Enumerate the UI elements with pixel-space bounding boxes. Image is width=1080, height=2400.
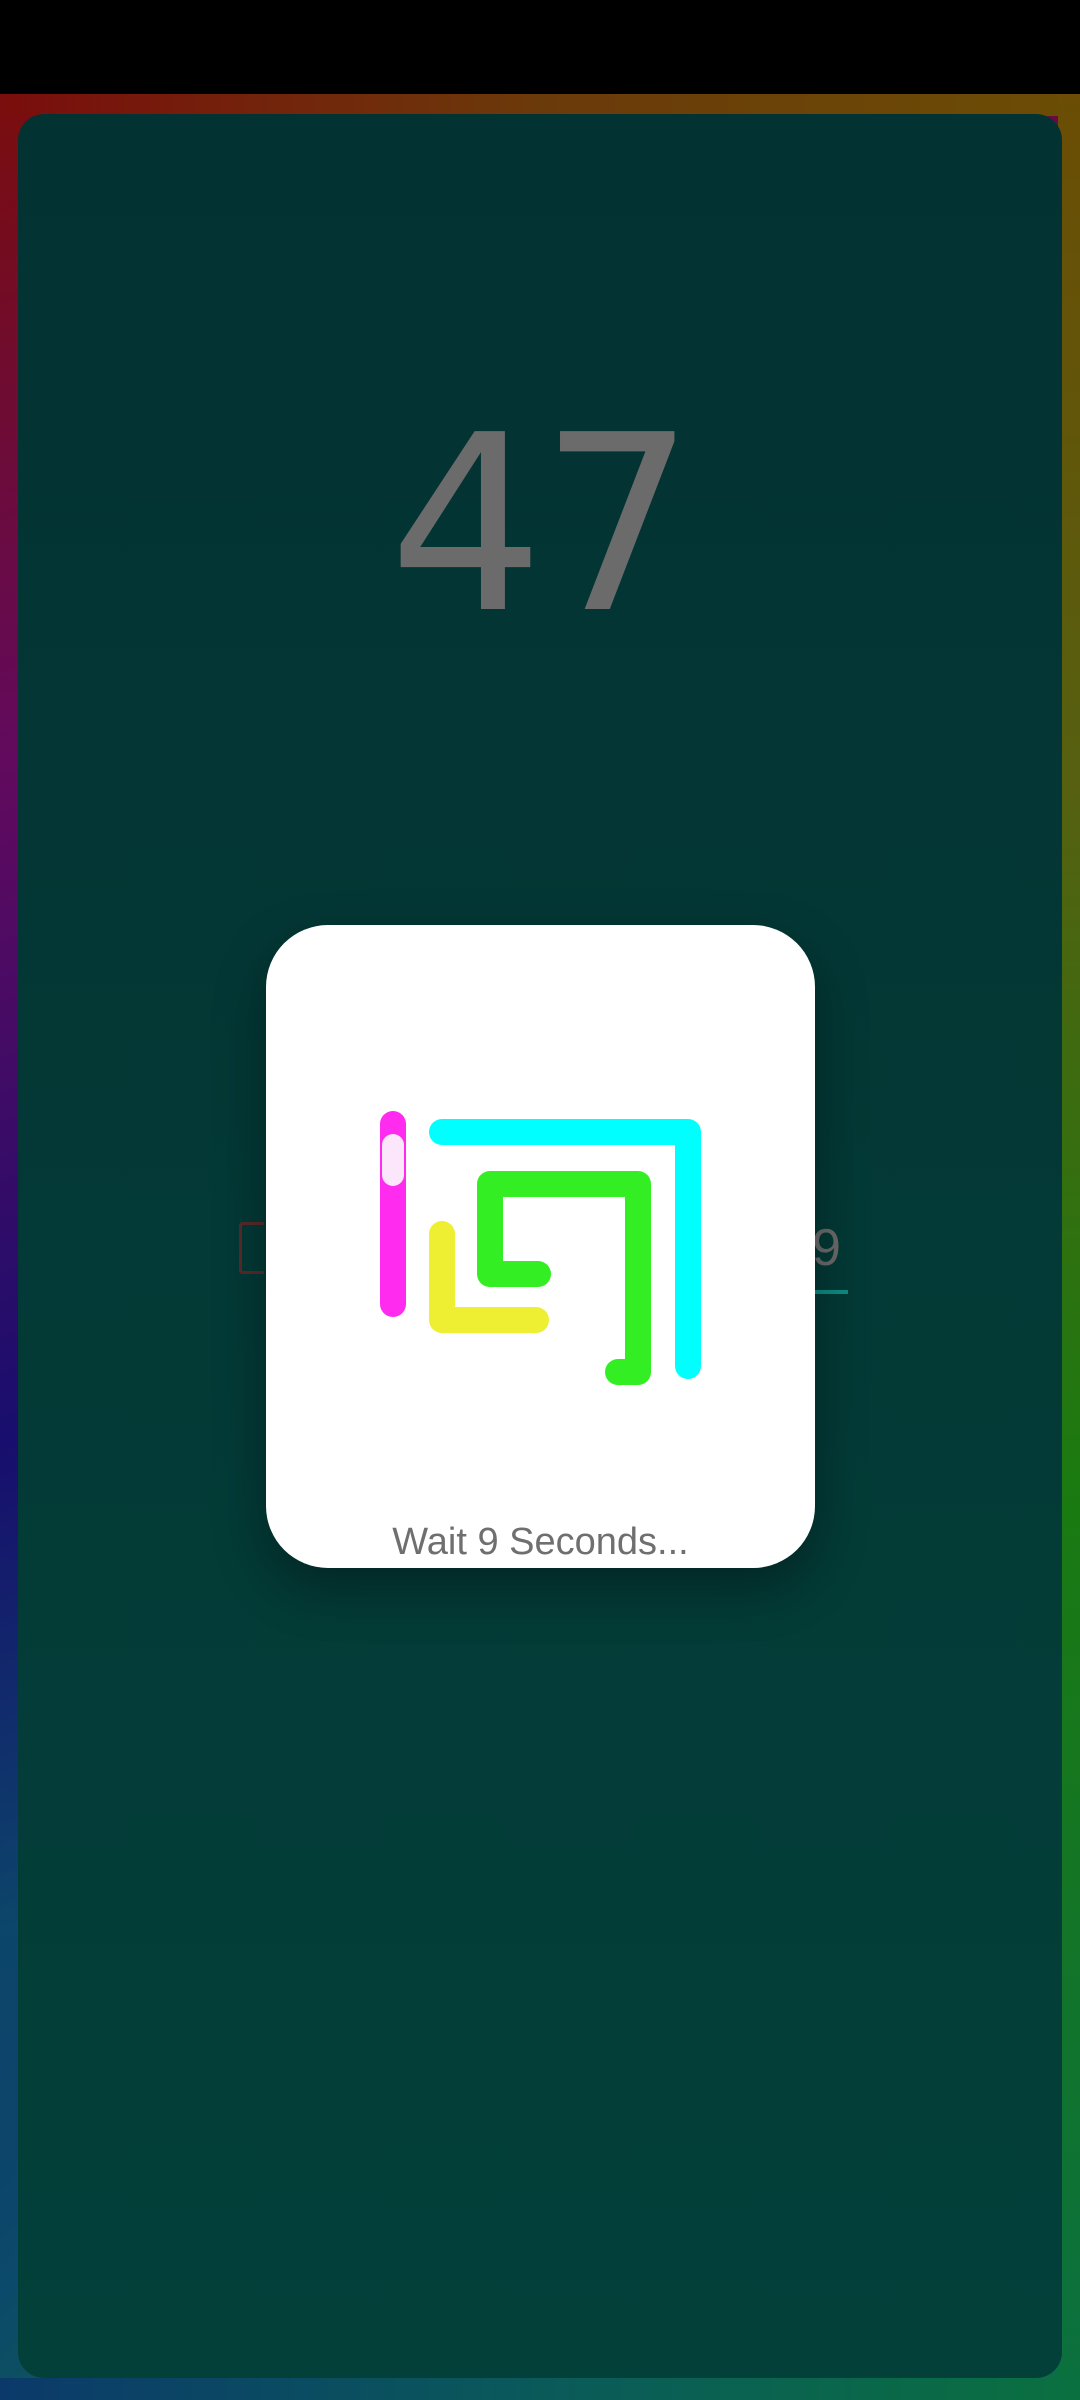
background-option-box — [239, 1222, 264, 1274]
logo-green-path — [477, 1171, 651, 1385]
status-bar — [0, 0, 1080, 94]
rainbow-border-top — [0, 94, 1080, 116]
spiral-loading-logo-icon — [380, 1111, 701, 1385]
logo-highlight — [382, 1134, 404, 1186]
rainbow-border-bottom — [0, 2378, 1080, 2400]
wait-message: Wait 9 Seconds... — [392, 1521, 689, 1563]
background-partial-digit: 9 — [812, 1219, 841, 1277]
score-display: 47 — [388, 383, 695, 667]
